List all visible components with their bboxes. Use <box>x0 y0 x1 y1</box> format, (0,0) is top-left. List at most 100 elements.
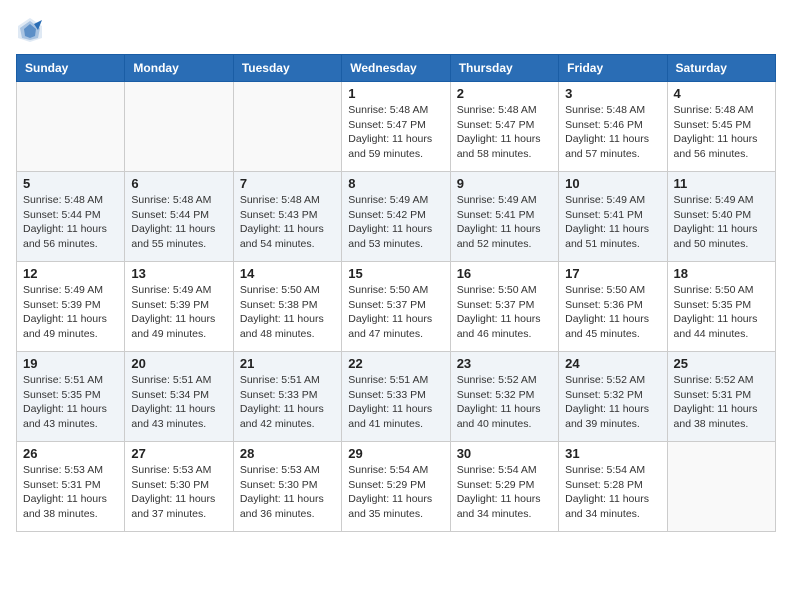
day-number: 7 <box>240 176 335 191</box>
day-info: Sunrise: 5:51 AM Sunset: 5:34 PM Dayligh… <box>131 373 226 432</box>
calendar-week-row: 5 Sunrise: 5:48 AM Sunset: 5:44 PM Daylig… <box>17 172 776 262</box>
day-info: Sunrise: 5:48 AM Sunset: 5:45 PM Dayligh… <box>674 103 769 162</box>
calendar-week-row: 19 Sunrise: 5:51 AM Sunset: 5:35 PM Dayli… <box>17 352 776 442</box>
day-info: Sunrise: 5:49 AM Sunset: 5:42 PM Dayligh… <box>348 193 443 252</box>
calendar-cell: 31 Sunrise: 5:54 AM Sunset: 5:28 PM Dayli… <box>559 442 667 532</box>
calendar-cell: 22 Sunrise: 5:51 AM Sunset: 5:33 PM Dayli… <box>342 352 450 442</box>
calendar-cell: 25Sunrise: 5:52 AM Sunset: 5:31 PM Dayli… <box>667 352 775 442</box>
calendar-cell: 27 Sunrise: 5:53 AM Sunset: 5:30 PM Dayli… <box>125 442 233 532</box>
day-info: Sunrise: 5:54 AM Sunset: 5:29 PM Dayligh… <box>348 463 443 522</box>
day-number: 11 <box>674 176 769 191</box>
day-number: 31 <box>565 446 660 461</box>
calendar-cell: 28 Sunrise: 5:53 AM Sunset: 5:30 PM Dayli… <box>233 442 341 532</box>
calendar-cell: 14 Sunrise: 5:50 AM Sunset: 5:38 PM Dayli… <box>233 262 341 352</box>
calendar-cell: 11 Sunrise: 5:49 AM Sunset: 5:40 PM Dayli… <box>667 172 775 262</box>
day-number: 13 <box>131 266 226 281</box>
day-number: 17 <box>565 266 660 281</box>
calendar-cell <box>17 82 125 172</box>
calendar-cell: 8 Sunrise: 5:49 AM Sunset: 5:42 PM Daylig… <box>342 172 450 262</box>
day-info: Sunrise: 5:48 AM Sunset: 5:47 PM Dayligh… <box>457 103 552 162</box>
day-info: Sunrise: 5:53 AM Sunset: 5:30 PM Dayligh… <box>240 463 335 522</box>
day-info: Sunrise: 5:50 AM Sunset: 5:35 PM Dayligh… <box>674 283 769 342</box>
calendar-week-row: 26 Sunrise: 5:53 AM Sunset: 5:31 PM Dayli… <box>17 442 776 532</box>
day-info: Sunrise: 5:50 AM Sunset: 5:36 PM Dayligh… <box>565 283 660 342</box>
day-info: Sunrise: 5:52 AM Sunset: 5:32 PM Dayligh… <box>457 373 552 432</box>
calendar: SundayMondayTuesdayWednesdayThursdayFrid… <box>16 54 776 532</box>
calendar-week-row: 1 Sunrise: 5:48 AM Sunset: 5:47 PM Daylig… <box>17 82 776 172</box>
calendar-cell: 5 Sunrise: 5:48 AM Sunset: 5:44 PM Daylig… <box>17 172 125 262</box>
day-info: Sunrise: 5:48 AM Sunset: 5:43 PM Dayligh… <box>240 193 335 252</box>
day-number: 19 <box>23 356 118 371</box>
day-number: 20 <box>131 356 226 371</box>
day-info: Sunrise: 5:50 AM Sunset: 5:37 PM Dayligh… <box>457 283 552 342</box>
calendar-cell <box>233 82 341 172</box>
calendar-cell: 10Sunrise: 5:49 AM Sunset: 5:41 PM Dayli… <box>559 172 667 262</box>
day-info: Sunrise: 5:48 AM Sunset: 5:44 PM Dayligh… <box>131 193 226 252</box>
day-number: 28 <box>240 446 335 461</box>
weekday-header: Wednesday <box>342 55 450 82</box>
day-info: Sunrise: 5:48 AM Sunset: 5:47 PM Dayligh… <box>348 103 443 162</box>
day-info: Sunrise: 5:49 AM Sunset: 5:39 PM Dayligh… <box>23 283 118 342</box>
day-number: 14 <box>240 266 335 281</box>
day-number: 21 <box>240 356 335 371</box>
day-number: 16 <box>457 266 552 281</box>
day-info: Sunrise: 5:53 AM Sunset: 5:30 PM Dayligh… <box>131 463 226 522</box>
day-number: 25 <box>674 356 769 371</box>
day-number: 4 <box>674 86 769 101</box>
calendar-cell: 16 Sunrise: 5:50 AM Sunset: 5:37 PM Dayli… <box>450 262 558 352</box>
weekday-header: Sunday <box>17 55 125 82</box>
calendar-cell: 7 Sunrise: 5:48 AM Sunset: 5:43 PM Daylig… <box>233 172 341 262</box>
calendar-cell: 3 Sunrise: 5:48 AM Sunset: 5:46 PM Daylig… <box>559 82 667 172</box>
day-number: 27 <box>131 446 226 461</box>
day-info: Sunrise: 5:54 AM Sunset: 5:28 PM Dayligh… <box>565 463 660 522</box>
day-info: Sunrise: 5:50 AM Sunset: 5:38 PM Dayligh… <box>240 283 335 342</box>
day-info: Sunrise: 5:51 AM Sunset: 5:33 PM Dayligh… <box>348 373 443 432</box>
day-number: 22 <box>348 356 443 371</box>
day-number: 6 <box>131 176 226 191</box>
day-number: 18 <box>674 266 769 281</box>
day-number: 8 <box>348 176 443 191</box>
calendar-cell: 15Sunrise: 5:50 AM Sunset: 5:37 PM Dayli… <box>342 262 450 352</box>
calendar-cell: 2 Sunrise: 5:48 AM Sunset: 5:47 PM Daylig… <box>450 82 558 172</box>
calendar-body: 1 Sunrise: 5:48 AM Sunset: 5:47 PM Daylig… <box>17 82 776 532</box>
day-number: 12 <box>23 266 118 281</box>
day-number: 3 <box>565 86 660 101</box>
calendar-cell: 21 Sunrise: 5:51 AM Sunset: 5:33 PM Dayli… <box>233 352 341 442</box>
day-number: 24 <box>565 356 660 371</box>
calendar-cell: 20 Sunrise: 5:51 AM Sunset: 5:34 PM Dayli… <box>125 352 233 442</box>
day-number: 5 <box>23 176 118 191</box>
day-info: Sunrise: 5:49 AM Sunset: 5:39 PM Dayligh… <box>131 283 226 342</box>
calendar-cell: 24Sunrise: 5:52 AM Sunset: 5:32 PM Dayli… <box>559 352 667 442</box>
day-number: 26 <box>23 446 118 461</box>
weekday-header: Monday <box>125 55 233 82</box>
day-info: Sunrise: 5:48 AM Sunset: 5:46 PM Dayligh… <box>565 103 660 162</box>
day-info: Sunrise: 5:54 AM Sunset: 5:29 PM Dayligh… <box>457 463 552 522</box>
day-number: 15 <box>348 266 443 281</box>
calendar-cell: 19 Sunrise: 5:51 AM Sunset: 5:35 PM Dayli… <box>17 352 125 442</box>
calendar-cell: 29 Sunrise: 5:54 AM Sunset: 5:29 PM Dayli… <box>342 442 450 532</box>
logo-icon <box>16 16 44 44</box>
calendar-cell <box>667 442 775 532</box>
calendar-cell: 1 Sunrise: 5:48 AM Sunset: 5:47 PM Daylig… <box>342 82 450 172</box>
day-number: 2 <box>457 86 552 101</box>
calendar-header-row: SundayMondayTuesdayWednesdayThursdayFrid… <box>17 55 776 82</box>
day-number: 30 <box>457 446 552 461</box>
weekday-header: Thursday <box>450 55 558 82</box>
day-info: Sunrise: 5:49 AM Sunset: 5:40 PM Dayligh… <box>674 193 769 252</box>
page-header <box>16 16 776 44</box>
calendar-cell: 30 Sunrise: 5:54 AM Sunset: 5:29 PM Dayli… <box>450 442 558 532</box>
calendar-cell: 9Sunrise: 5:49 AM Sunset: 5:41 PM Daylig… <box>450 172 558 262</box>
day-number: 1 <box>348 86 443 101</box>
day-number: 29 <box>348 446 443 461</box>
calendar-cell <box>125 82 233 172</box>
calendar-cell: 18 Sunrise: 5:50 AM Sunset: 5:35 PM Dayli… <box>667 262 775 352</box>
day-info: Sunrise: 5:48 AM Sunset: 5:44 PM Dayligh… <box>23 193 118 252</box>
day-info: Sunrise: 5:49 AM Sunset: 5:41 PM Dayligh… <box>565 193 660 252</box>
logo <box>16 16 48 44</box>
day-info: Sunrise: 5:51 AM Sunset: 5:33 PM Dayligh… <box>240 373 335 432</box>
calendar-cell: 13 Sunrise: 5:49 AM Sunset: 5:39 PM Dayli… <box>125 262 233 352</box>
day-number: 23 <box>457 356 552 371</box>
day-info: Sunrise: 5:53 AM Sunset: 5:31 PM Dayligh… <box>23 463 118 522</box>
calendar-cell: 12 Sunrise: 5:49 AM Sunset: 5:39 PM Dayli… <box>17 262 125 352</box>
day-info: Sunrise: 5:51 AM Sunset: 5:35 PM Dayligh… <box>23 373 118 432</box>
